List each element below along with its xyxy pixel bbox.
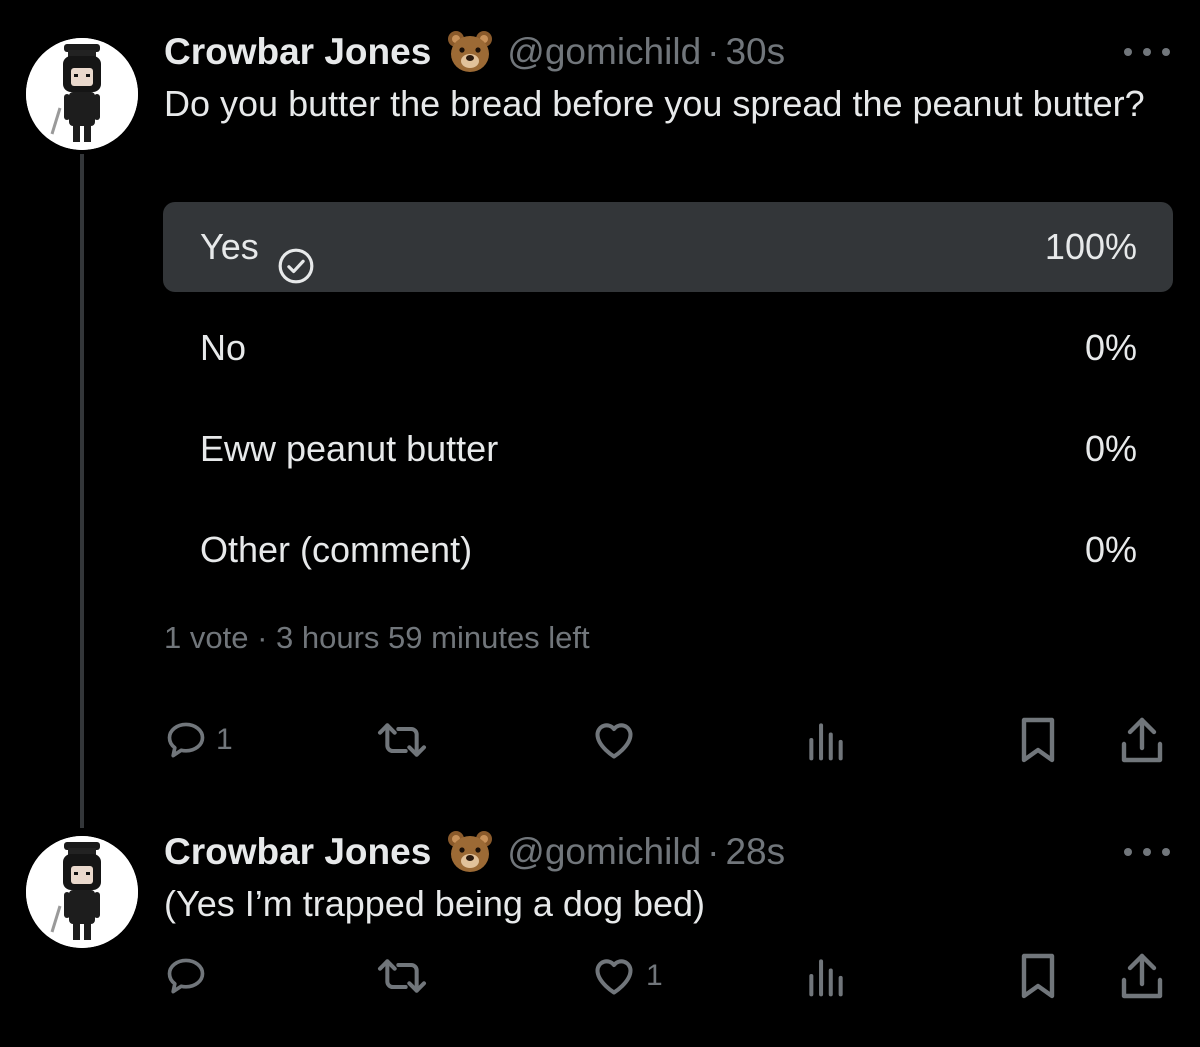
- heart-icon: [595, 723, 633, 759]
- poll-option-percent: 0%: [1084, 327, 1137, 368]
- like-count: 1: [646, 959, 663, 992]
- more-options-icon[interactable]: [1124, 42, 1170, 62]
- poll-option-percent: 0%: [1084, 529, 1137, 570]
- bookmark-icon: [1021, 953, 1055, 999]
- poll-vote-count: 1 vote: [164, 620, 249, 655]
- tweet-1[interactable]: Crowbar Jones @gomichild · 30s Do you bu…: [0, 0, 1200, 830]
- poll-option[interactable]: No 0%: [163, 303, 1173, 393]
- bookmark-icon: [1021, 717, 1055, 763]
- more-options-icon[interactable]: [1124, 842, 1170, 862]
- poll-option-label: Other (comment): [200, 529, 473, 570]
- views-button[interactable]: [804, 952, 856, 1000]
- retweet-button[interactable]: [374, 716, 438, 764]
- avatar[interactable]: [26, 836, 138, 948]
- separator: ·: [707, 31, 720, 72]
- poll-option-label: Yes: [200, 226, 259, 267]
- reply-button[interactable]: 1: [164, 716, 233, 764]
- avatar[interactable]: [26, 38, 138, 150]
- action-bar: 1: [0, 952, 1200, 1000]
- views-icon: [809, 959, 843, 997]
- reply-count: 1: [216, 723, 233, 756]
- poll-option-label-wrap: No: [200, 303, 246, 393]
- timestamp[interactable]: 30s: [725, 31, 785, 73]
- retweet-icon: [377, 959, 427, 993]
- separator: ·: [707, 831, 720, 872]
- handle[interactable]: @gomichild: [507, 831, 701, 873]
- display-name[interactable]: Crowbar Jones: [164, 831, 431, 873]
- views-button[interactable]: [804, 716, 856, 764]
- display-name[interactable]: Crowbar Jones: [164, 31, 431, 73]
- poll-option-label: Eww peanut butter: [200, 428, 499, 469]
- separator: ·: [257, 620, 268, 655]
- poll-option[interactable]: Eww peanut butter 0%: [163, 404, 1173, 494]
- handle[interactable]: @gomichild: [507, 31, 701, 73]
- reply-icon: [167, 958, 205, 994]
- share-icon: [1121, 717, 1163, 763]
- share-button[interactable]: [1120, 952, 1164, 1000]
- share-icon: [1121, 953, 1163, 999]
- poll-time-left: 3 hours 59 minutes left: [276, 620, 590, 655]
- retweet-icon: [377, 723, 427, 757]
- poll-meta: 1 vote · 3 hours 59 minutes left: [164, 620, 590, 656]
- bookmark-button[interactable]: [1016, 952, 1060, 1000]
- bear-face-icon: [447, 30, 493, 74]
- poll-option-label: No: [200, 327, 247, 368]
- bookmark-button[interactable]: [1016, 716, 1060, 764]
- poll-option[interactable]: Other (comment) 0%: [163, 505, 1173, 595]
- reply-button[interactable]: [164, 952, 216, 1000]
- like-button[interactable]: [590, 716, 646, 764]
- poll-option-label-wrap: Yes: [200, 202, 315, 292]
- poll-option-label-wrap: Other (comment): [200, 505, 472, 595]
- figurine-avatar-image: [26, 836, 138, 948]
- check-circle-icon: [277, 228, 315, 284]
- timestamp[interactable]: 28s: [725, 831, 785, 873]
- poll-option-percent: 0%: [1084, 428, 1137, 469]
- like-button[interactable]: 1: [590, 952, 663, 1000]
- reply-icon: [167, 722, 205, 758]
- tweet-text: Do you butter the bread before you sprea…: [164, 83, 1145, 124]
- heart-icon: [595, 959, 633, 995]
- tweet-header: Crowbar Jones @gomichild · 28s: [164, 830, 785, 874]
- poll-option-percent: 100%: [1044, 226, 1137, 267]
- figurine-avatar-image: [26, 38, 138, 150]
- tweet-2[interactable]: Crowbar Jones @gomichild · 28s (Yes I’m …: [0, 830, 1200, 1047]
- tweet-text: (Yes I’m trapped being a dog bed): [164, 883, 706, 924]
- action-bar: 1: [0, 716, 1200, 764]
- share-button[interactable]: [1120, 716, 1164, 764]
- retweet-button[interactable]: [374, 952, 438, 1000]
- views-icon: [809, 723, 843, 761]
- poll-option-label-wrap: Eww peanut butter: [200, 404, 498, 494]
- tweet-header: Crowbar Jones @gomichild · 30s: [164, 30, 785, 74]
- bear-face-icon: [447, 830, 493, 874]
- poll-option[interactable]: Yes 100%: [163, 202, 1173, 292]
